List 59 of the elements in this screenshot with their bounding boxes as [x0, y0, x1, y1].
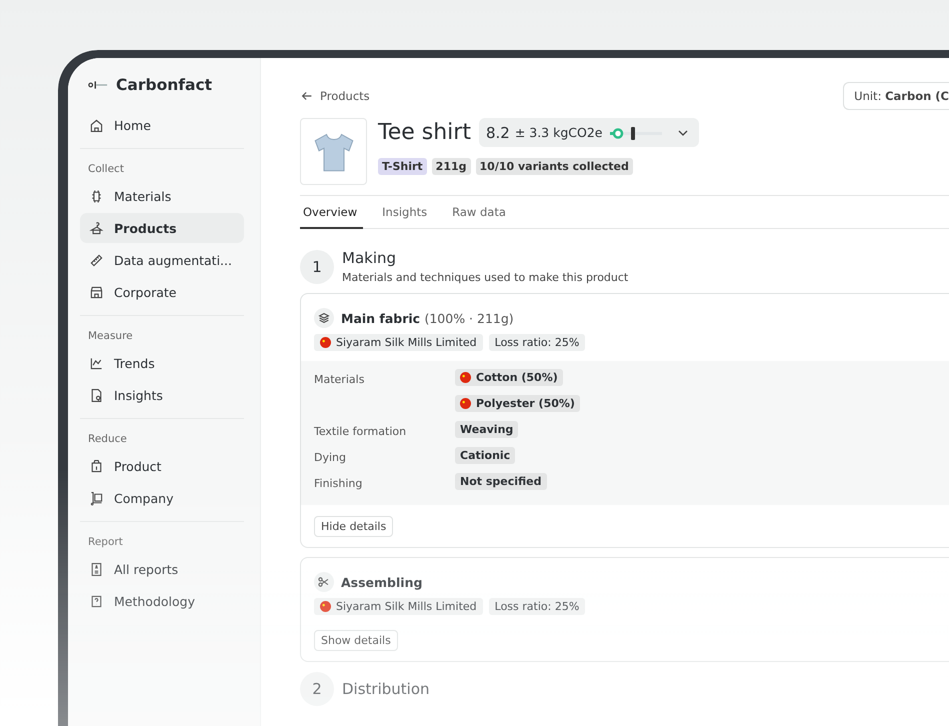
- tab[interactable]: Overview: [300, 196, 364, 229]
- step-description: Materials and techniques used to make this product: [342, 271, 628, 284]
- section-label: Report: [87, 535, 124, 550]
- step-title: Distribution: [342, 680, 430, 698]
- nav-item[interactable]: Products: [80, 213, 244, 243]
- detail-label: Finishing: [314, 476, 364, 492]
- hide-details-button[interactable]: Hide details: [314, 516, 394, 537]
- nav-item[interactable]: Product: [80, 451, 244, 481]
- product-tag: T-Shirt: [378, 158, 427, 175]
- product-title: Tee shirt: [378, 120, 471, 145]
- detail-value: Polyester (50%): [455, 395, 580, 412]
- supplier-tag: Siyaram Silk Mills Limited: [314, 334, 483, 351]
- nav-item[interactable]: Methodology: [80, 586, 244, 616]
- nav-item[interactable]: Home: [80, 110, 244, 140]
- section-label: Measure: [87, 329, 134, 344]
- loss-ratio-tag: Loss ratio: 25%: [488, 598, 586, 615]
- product-tag: 211g: [432, 158, 471, 175]
- unit-dropdown[interactable]: Unit: Carbon (C: [843, 82, 949, 110]
- nav-item[interactable]: Insights: [80, 380, 244, 410]
- brand-name: Carbonfact: [116, 76, 212, 94]
- hanger-icon: [88, 220, 105, 236]
- supplier-tag: Siyaram Silk Mills Limited: [314, 598, 483, 615]
- detail-label: Materials: [314, 372, 366, 388]
- back-arrow-icon: [300, 89, 314, 103]
- flag-icon: [460, 398, 471, 409]
- cart-icon: [88, 490, 105, 506]
- logo-icon: [88, 80, 108, 90]
- detail-value: Not specified: [455, 473, 547, 490]
- detail-value: Weaving: [455, 421, 518, 438]
- detail-label: Dying: [314, 450, 347, 466]
- step-number: 2: [300, 672, 334, 706]
- nav-item[interactable]: Materials: [80, 181, 244, 211]
- detail-value: Cationic: [455, 447, 516, 464]
- card-title: Assembling: [341, 574, 422, 590]
- nav-item[interactable]: Data augmentati...: [80, 245, 244, 275]
- tab[interactable]: Raw data: [449, 196, 512, 229]
- flag-icon: [320, 337, 331, 348]
- section-label: Reduce: [87, 432, 128, 447]
- scissors-icon: [314, 572, 334, 592]
- detail-value: Cotton (50%): [455, 369, 563, 386]
- nav-item[interactable]: All reports: [80, 554, 244, 584]
- detail-label: Textile formation: [314, 424, 408, 440]
- step-number: 1: [300, 250, 334, 284]
- product-tag: 10/10 variants collected: [476, 158, 633, 175]
- layers-icon: [314, 308, 334, 328]
- flag-icon: [320, 601, 331, 612]
- nav-item[interactable]: Company: [80, 483, 244, 513]
- step-title: Making: [342, 249, 398, 267]
- section-label: Collect: [87, 162, 125, 177]
- loss-ratio-tag: Loss ratio: 25%: [488, 334, 586, 351]
- flag-icon: [460, 372, 471, 383]
- nav-item[interactable]: Trends: [80, 348, 244, 378]
- back-link[interactable]: Products: [300, 89, 370, 103]
- show-details-button[interactable]: Show details: [314, 630, 398, 651]
- card-title: Main fabric (100% · 211g): [341, 310, 514, 326]
- uncertainty-range-icon: [608, 124, 664, 140]
- emission-dropdown[interactable]: 8.2 ± 3.3 kgCO2e: [478, 118, 698, 147]
- tab[interactable]: Insights: [379, 196, 434, 229]
- nav-item[interactable]: Corporate: [80, 277, 244, 307]
